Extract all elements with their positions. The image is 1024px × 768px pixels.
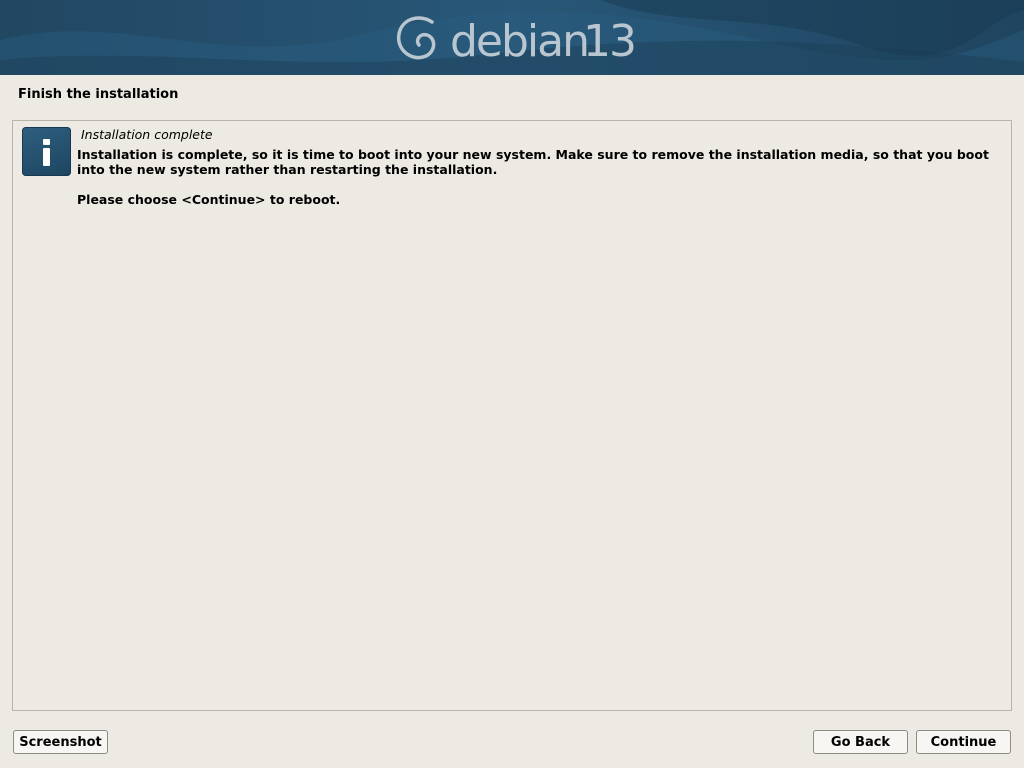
question-panel: Installation complete Installation is co…: [12, 120, 1012, 711]
info-icon: [22, 127, 71, 176]
continue-button[interactable]: Continue: [916, 730, 1011, 754]
question-paragraph: Installation is complete, so it is time …: [77, 147, 989, 177]
question-paragraph: Please choose <Continue> to reboot.: [77, 192, 341, 207]
debian-logo-text: debian: [450, 16, 588, 67]
page-title: Finish the installation: [18, 87, 179, 102]
header-banner: debian 13: [0, 0, 1024, 75]
banner-background: debian 13: [0, 0, 1024, 75]
question-title: Installation complete: [81, 127, 213, 142]
debian-version-text: 13: [583, 16, 635, 67]
question-description: Installation is complete, so it is time …: [77, 147, 1002, 222]
go-back-button[interactable]: Go Back: [813, 730, 908, 754]
screenshot-button[interactable]: Screenshot: [13, 730, 108, 754]
